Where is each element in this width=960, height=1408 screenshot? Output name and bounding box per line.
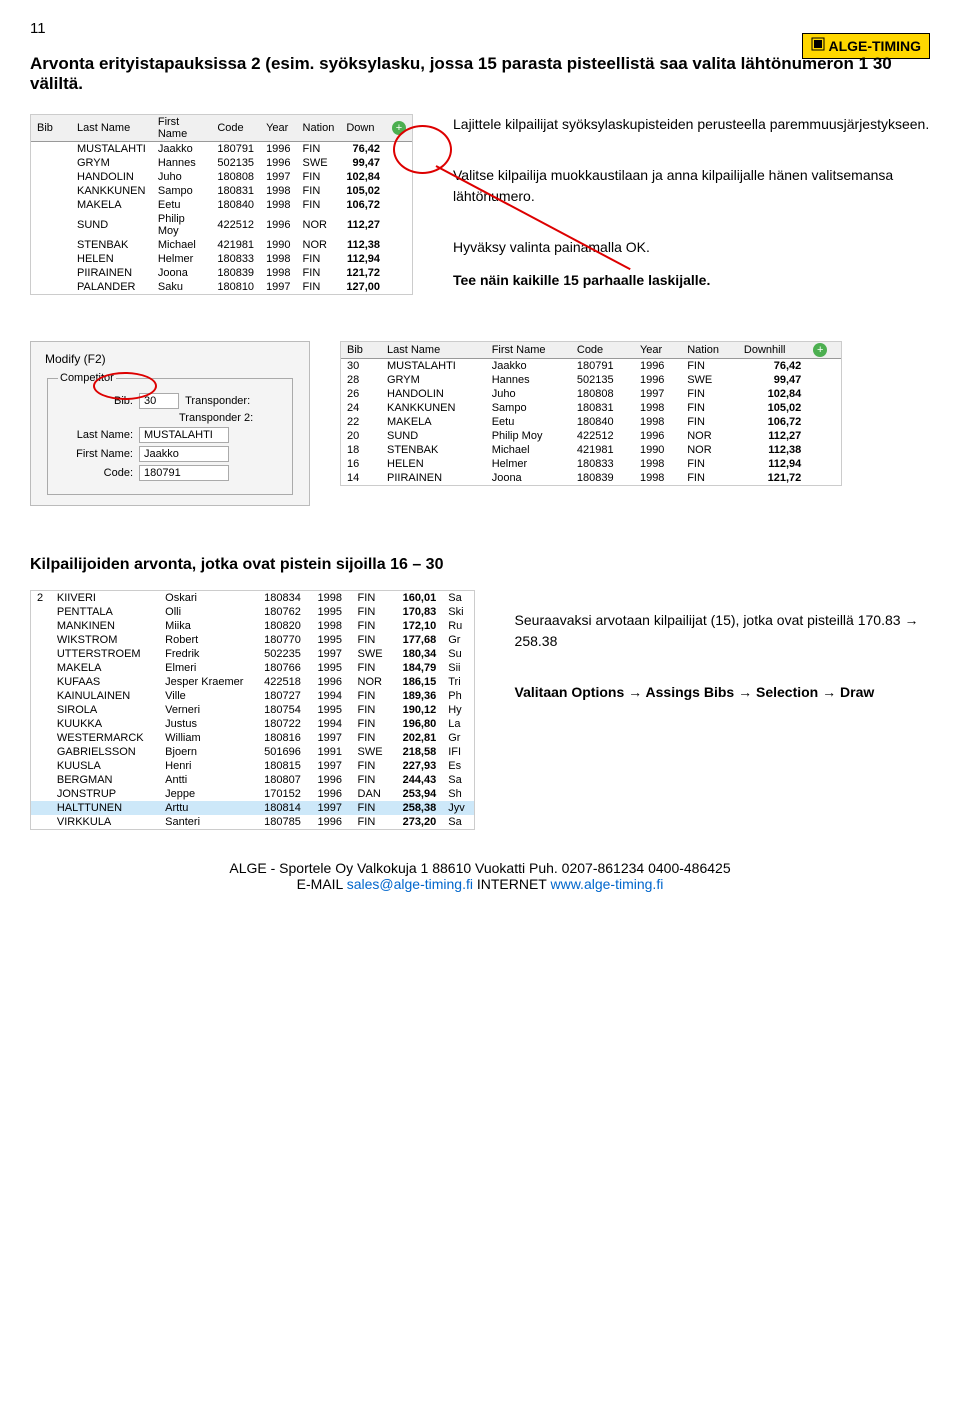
table-row[interactable]: MAKELAElmeri1807661995FIN184,79Sii <box>31 661 474 675</box>
instruction-text: Valitaan Options → Assings Bibs → Select… <box>515 682 930 703</box>
table-row[interactable]: KANKKUNENSampo1808311998FIN105,02 <box>31 184 412 198</box>
instruction-text: Valitse kilpailija muokkaustilaan ja ann… <box>453 165 930 207</box>
instruction-text: Lajittele kilpailijat syöksylaskupisteid… <box>453 114 930 135</box>
table-header-row: BibLast NameFirst NameCodeYearNationDown… <box>31 115 412 142</box>
lastname-label: Last Name: <box>58 429 133 441</box>
transponder2-label: Transponder 2: <box>179 412 253 424</box>
competitor-table-1: BibLast NameFirst NameCodeYearNationDown… <box>31 115 412 294</box>
table-row[interactable]: KUUKKAJustus1807221994FIN196,80La <box>31 717 474 731</box>
competitor-table-3: 2KIIVERIOskari1808341998FIN160,01SaPENTT… <box>31 591 474 829</box>
table-row[interactable]: HELENHelmer1808331998FIN112,94 <box>31 252 412 266</box>
table-row[interactable]: 16HELENHelmer1808331998FIN112,94 <box>341 457 841 471</box>
table-row[interactable]: 2KIIVERIOskari1808341998FIN160,01Sa <box>31 591 474 605</box>
page-title: Arvonta erityistapauksissa 2 (esim. syök… <box>30 54 930 94</box>
code-input[interactable]: 180791 <box>139 465 229 481</box>
table-row[interactable]: VIRKKULASanteri1807851996FIN273,20Sa <box>31 815 474 829</box>
table-row[interactable]: MUSTALAHTIJaakko1807911996FIN76,42 <box>31 142 412 157</box>
table-row[interactable]: PENTTALAOlli1807621995FIN170,83Ski <box>31 605 474 619</box>
table-row[interactable]: 26HANDOLINJuho1808081997FIN102,84 <box>341 387 841 401</box>
table-row[interactable]: 22MAKELAEetu1808401998FIN106,72 <box>341 415 841 429</box>
table-row[interactable]: GABRIELSSONBjoern5016961991SWE218,58IFI <box>31 745 474 759</box>
table-row[interactable]: GRYMHannes5021351996SWE99,47 <box>31 156 412 170</box>
table-header-row: BibLast NameFirst NameCodeYearNationDown… <box>341 342 841 359</box>
table-row[interactable]: KUUSLAHenri1808151997FIN227,93Es <box>31 759 474 773</box>
table-row[interactable]: MANKINENMiika1808201998FIN172,10Ru <box>31 619 474 633</box>
table-row[interactable]: 30MUSTALAHTIJaakko1807911996FIN76,42 <box>341 359 841 374</box>
bib-input[interactable]: 30 <box>139 393 179 409</box>
table-row[interactable]: STENBAKMichael4219811990NOR112,38 <box>31 238 412 252</box>
table-row[interactable]: PIIRAINENJoona1808391998FIN121,72 <box>31 266 412 280</box>
page-footer: ALGE - Sportele Oy Valkokuja 1 88610 Vuo… <box>30 860 930 892</box>
competitor-fieldset: Competitor Bib: 30 Transponder: Transpond… <box>47 372 293 495</box>
table-row[interactable]: PALANDERSaku1808101997FIN127,00 <box>31 280 412 294</box>
table-row[interactable]: WIKSTROMRobert1807701995FIN177,68Gr <box>31 633 474 647</box>
page-number: 11 <box>30 20 930 37</box>
table-row[interactable]: HALTTUNENArttu1808141997FIN258,38Jyv <box>31 801 474 815</box>
transponder-label: Transponder: <box>185 395 250 407</box>
modify-panel: Modify (F2) Competitor Bib: 30 Transponde… <box>30 341 310 506</box>
instruction-text: Seuraavaksi arvotaan kilpailijat (15), j… <box>515 610 930 652</box>
table-row[interactable]: SIROLAVerneri1807541995FIN190,12Hy <box>31 703 474 717</box>
firstname-input[interactable]: Jaakko <box>139 446 229 462</box>
table-row[interactable]: WESTERMARCKWilliam1808161997FIN202,81Gr <box>31 731 474 745</box>
table-row[interactable]: 18STENBAKMichael4219811990NOR112,38 <box>341 443 841 457</box>
table-row[interactable]: KAINULAINENVille1807271994FIN189,36Ph <box>31 689 474 703</box>
firstname-label: First Name: <box>58 448 133 460</box>
logo: ALGE-TIMING <box>802 37 930 54</box>
table-row[interactable]: 24KANKKUNENSampo1808311998FIN105,02 <box>341 401 841 415</box>
table-row[interactable]: UTTERSTROEMFredrik5022351997SWE180,34Su <box>31 647 474 661</box>
table-row[interactable]: 20SUNDPhilip Moy4225121996NOR112,27 <box>341 429 841 443</box>
table-row[interactable]: BERGMANAntti1808071996FIN244,43Sa <box>31 773 474 787</box>
instruction-text: Hyväksy valinta painamalla OK. <box>453 237 930 258</box>
bib-label: Bib: <box>58 395 133 407</box>
section-heading: Kilpailijoiden arvonta, jotka ovat piste… <box>30 556 930 574</box>
table-row[interactable]: KUFAASJesper Kraemer4225181996NOR186,15T… <box>31 675 474 689</box>
competitor-table-2: BibLast NameFirst NameCodeYearNationDown… <box>341 342 841 485</box>
fieldset-legend: Competitor <box>58 372 116 384</box>
table-row[interactable]: JONSTRUPJeppe1701521996DAN253,94Sh <box>31 787 474 801</box>
lastname-input[interactable]: MUSTALAHTI <box>139 427 229 443</box>
code-label: Code: <box>58 467 133 479</box>
table-row[interactable]: 28GRYMHannes5021351996SWE99,47 <box>341 373 841 387</box>
table-row[interactable]: MAKELAEetu1808401998FIN106,72 <box>31 198 412 212</box>
add-icon[interactable]: + <box>392 121 406 135</box>
table-row[interactable]: SUNDPhilip Moy4225121996NOR112,27 <box>31 212 412 238</box>
table-row[interactable]: 14PIIRAINENJoona1808391998FIN121,72 <box>341 471 841 485</box>
add-icon[interactable]: + <box>813 343 827 357</box>
panel-title: Modify (F2) <box>45 352 295 366</box>
instruction-text: Tee näin kaikille 15 parhaalle laskijall… <box>453 270 930 291</box>
table-row[interactable]: HANDOLINJuho1808081997FIN102,84 <box>31 170 412 184</box>
